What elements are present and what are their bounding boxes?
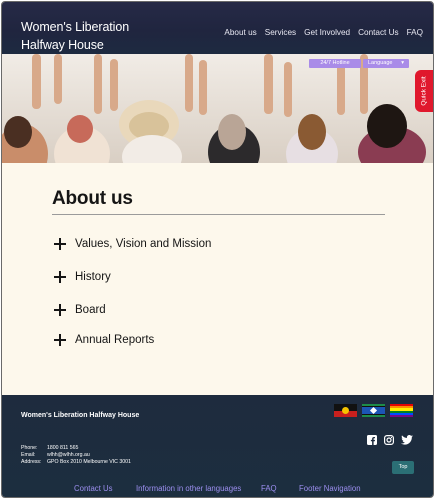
contact-email-row: Email: wlhh@wlhh.org.au (21, 452, 131, 459)
site-header: Women's Liberation Halfway House About u… (2, 2, 433, 54)
plus-icon (54, 238, 66, 250)
accordion-label: Values, Vision and Mission (75, 238, 212, 250)
plus-icon (54, 271, 66, 283)
plus-icon (54, 334, 66, 346)
hero-women-photo (2, 54, 433, 163)
contact-key: Phone: (21, 445, 38, 451)
accordion-label: Board (75, 304, 106, 316)
footer-link-contact-us[interactable]: Contact Us (74, 484, 113, 493)
accordion-label: Annual Reports (75, 334, 155, 346)
hotline-button[interactable]: 24/7 Hotline (309, 59, 361, 68)
accordion-history[interactable]: History (54, 271, 111, 283)
contact-phone[interactable]: 1800 811 565 (47, 445, 78, 452)
accordion-board[interactable]: Board (54, 304, 106, 316)
main-nav: About us Services Get Involved Contact U… (216, 28, 423, 37)
language-select[interactable]: Language ▾ (363, 59, 409, 68)
page-title: About us (52, 188, 133, 209)
contact-key: Address: (21, 459, 42, 465)
contact-key: Email: (21, 452, 36, 458)
contact-details: Phone: 1800 811 565 Email: wlhh@wlhh.org… (21, 445, 131, 466)
contact-address-row: Address: GPO Box 2010 Melbourne VIC 3001 (21, 459, 131, 466)
quick-exit-button[interactable]: Quick Exit (415, 70, 433, 112)
instagram-icon[interactable] (384, 435, 394, 445)
twitter-icon[interactable] (401, 435, 413, 445)
accordion-label: History (75, 271, 111, 283)
footer-link-other-languages[interactable]: Information in other languages (136, 484, 241, 493)
nav-services[interactable]: Services (265, 28, 296, 37)
accordion-annual-reports[interactable]: Annual Reports (54, 334, 154, 346)
nav-get-involved[interactable]: Get Involved (304, 28, 350, 37)
quick-exit-label: Quick Exit (420, 76, 428, 106)
torres-strait-flag-icon (362, 404, 385, 417)
contact-address: GPO Box 2010 Melbourne VIC 3001 (47, 459, 131, 465)
browser-viewport: Women's Liberation Halfway House About u… (1, 1, 434, 498)
contact-email[interactable]: wlhh@wlhh.org.au (47, 452, 90, 459)
language-label: Language (368, 60, 393, 66)
nav-about-us[interactable]: About us (224, 28, 256, 37)
logo-line-2: Halfway House (21, 38, 104, 52)
social-links (367, 435, 413, 445)
plus-icon (54, 304, 66, 316)
main-content: About us Values, Vision and Mission Hist… (2, 163, 433, 395)
nav-contact-us[interactable]: Contact Us (358, 28, 399, 37)
chevron-down-icon: ▾ (401, 60, 404, 66)
accordion-values-vision-mission[interactable]: Values, Vision and Mission (54, 238, 211, 250)
contact-phone-row: Phone: 1800 811 565 (21, 445, 131, 452)
pride-flag-icon (390, 404, 413, 417)
back-to-top-button[interactable]: Top (392, 461, 414, 474)
site-footer: Women's Liberation Halfway House Phone: … (2, 395, 433, 497)
facebook-icon[interactable] (367, 435, 377, 445)
flags-group (334, 404, 413, 417)
logo-line-1: Women's Liberation (21, 20, 130, 34)
hero-image: 24/7 Hotline Language ▾ Quick Exit (2, 54, 433, 163)
site-logo[interactable]: Women's Liberation Halfway House (21, 18, 129, 54)
footer-link-faq[interactable]: FAQ (261, 484, 277, 493)
aboriginal-flag-icon (334, 404, 357, 417)
footer-link-footer-navigation[interactable]: Footer Navigation (299, 484, 361, 493)
nav-faq[interactable]: FAQ (407, 28, 423, 37)
title-divider (52, 214, 385, 215)
footer-org-name: Women's Liberation Halfway House (21, 412, 140, 419)
